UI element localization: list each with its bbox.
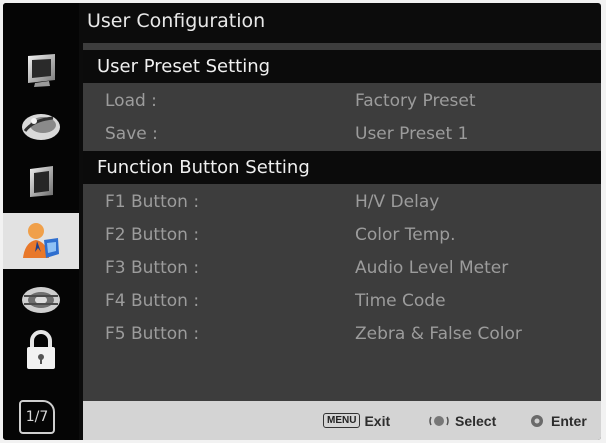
user-icon [23,223,59,258]
osd-menu: 1/7 User Configuration User Preset Setti… [3,3,601,440]
sidebar: 1/7 [3,3,79,440]
setting-value: Zebra & False Color [355,324,522,344]
enter-label: Enter [551,412,587,429]
menu-key-icon: MENU [323,413,361,428]
select-label: Select [455,412,497,429]
sidebar-item-user-config[interactable] [3,213,79,269]
setting-row-save[interactable]: Save : User Preset 1 [83,118,601,151]
setting-value: Factory Preset [355,91,476,111]
sidebar-item-picture[interactable] [14,155,68,209]
page-title: User Configuration [87,10,266,32]
setting-row-f4[interactable]: F4 Button : Time Code [83,285,601,318]
sidebar-item-color[interactable] [14,99,68,153]
exit-label: Exit [364,412,391,429]
setting-row-f1[interactable]: F1 Button : H/V Delay [83,186,601,219]
setting-label: F4 Button : [105,291,200,311]
rotate-knob-icon [429,415,449,426]
sidebar-item-lock[interactable] [14,323,68,377]
setting-label: F3 Button : [105,258,200,278]
setting-label: F1 Button : [105,192,200,212]
setting-label: Load : [105,91,157,111]
setting-row-f3[interactable]: F3 Button : Audio Level Meter [83,252,601,285]
section-header-user-preset: User Preset Setting [83,50,601,83]
hint-select: Select [429,401,496,440]
hint-enter: Enter [529,401,587,440]
setting-value: H/V Delay [355,192,440,212]
setting-value: Color Temp. [355,225,456,245]
picture-icon [30,166,53,197]
settings-panel: User Preset Setting Load : Factory Prese… [83,43,601,401]
hint-exit: MENU Exit [323,401,390,440]
setting-label: F2 Button : [105,225,200,245]
sidebar-item-display[interactable] [14,43,68,97]
settings-gear-icon [22,287,60,313]
press-knob-icon [531,414,543,427]
setting-label: Save : [105,124,158,144]
color-palette-icon [22,114,60,140]
lock-icon [27,330,55,369]
footer-hints: MENU Exit Select Enter [83,401,601,440]
setting-value: User Preset 1 [355,124,469,144]
section-header-function-button: Function Button Setting [83,151,601,184]
setting-value: Time Code [355,291,446,311]
monitor-icon [28,54,55,87]
setting-row-load[interactable]: Load : Factory Preset [83,85,601,118]
setting-row-f2[interactable]: F2 Button : Color Temp. [83,219,601,252]
sidebar-item-setup[interactable] [14,273,68,327]
setting-row-f5[interactable]: F5 Button : Zebra & False Color [83,318,601,351]
setting-label: F5 Button : [105,324,200,344]
setting-value: Audio Level Meter [355,258,509,278]
page-indicator: 1/7 [19,400,55,434]
